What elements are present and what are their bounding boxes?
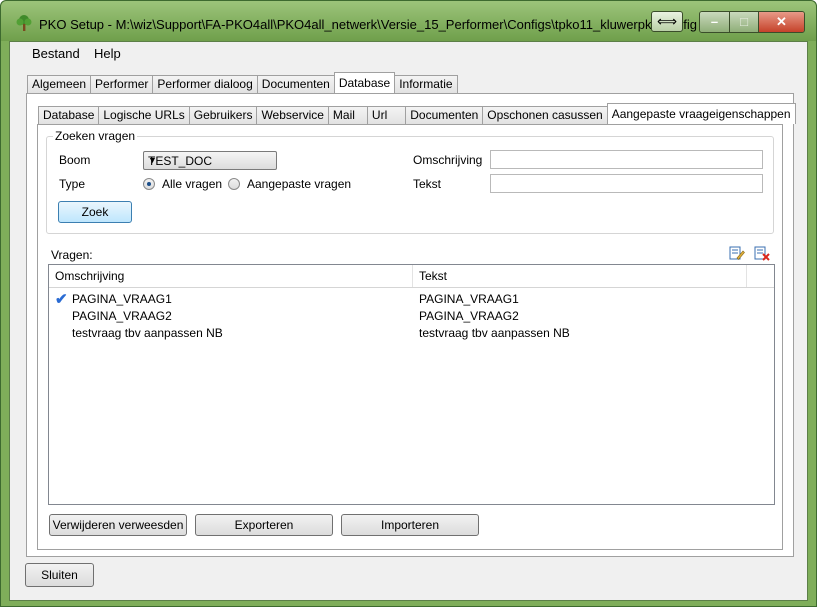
tekst-input[interactable] (490, 174, 763, 193)
list-header: Omschrijving Tekst (49, 265, 774, 288)
questions-list[interactable]: Omschrijving Tekst ✔ PAGINA_VRAAG1 PAGIN… (48, 264, 775, 505)
client-area: Bestand Help Algemeen Performer Performe… (9, 41, 808, 601)
column-tekst[interactable]: Tekst (413, 265, 747, 287)
minimize-button[interactable]: – (700, 12, 730, 32)
sub-tabstrip: Database Logische URLs Gebruikers Webser… (38, 103, 796, 124)
column-omschrijving[interactable]: Omschrijving (49, 265, 413, 287)
window-title: PKO Setup - M:\wiz\Support\FA-PKO4all\PK… (39, 17, 698, 32)
caption-buttons: – □ ✕ (699, 11, 805, 33)
search-group: Zoeken vragen Boom TEST_DOC ▼ Type Alle … (46, 129, 774, 234)
sluiten-button[interactable]: Sluiten (25, 563, 94, 587)
app-window: PKO Setup - M:\wiz\Support\FA-PKO4all\PK… (0, 0, 817, 607)
radio-aangepaste-vragen[interactable] (228, 178, 240, 190)
tab-performer[interactable]: Performer (90, 75, 154, 93)
radio-alle-vragen-label[interactable]: Alle vragen (162, 177, 222, 191)
menu-help[interactable]: Help (94, 46, 121, 61)
tekst-label: Tekst (413, 177, 442, 191)
type-label: Type (59, 177, 86, 191)
boom-combobox[interactable]: TEST_DOC ▼ (143, 151, 277, 170)
tab-performer-dialoog[interactable]: Performer dialoog (152, 75, 258, 93)
main-tabstrip: Algemeen Performer Performer dialoog Doc… (27, 72, 458, 93)
list-item[interactable]: ✔ PAGINA_VRAAG1 PAGINA_VRAAG1 (49, 291, 774, 308)
omschrijving-label: Omschrijving (413, 153, 483, 167)
row-omschrijving: PAGINA_VRAAG1 (72, 292, 172, 306)
database-panel: Database Logische URLs Gebruikers Webser… (26, 93, 796, 557)
maximize-button[interactable]: □ (730, 12, 759, 32)
zoek-button[interactable]: Zoek (58, 201, 132, 223)
row-tekst: testvraag tbv aanpassen NB (419, 326, 570, 340)
chevron-down-icon: ▼ (148, 155, 157, 165)
delete-icon[interactable] (754, 245, 770, 261)
row-tekst: PAGINA_VRAAG1 (419, 292, 519, 306)
row-omschrijving: PAGINA_VRAAG2 (72, 309, 172, 323)
tab-informatie[interactable]: Informatie (394, 75, 458, 93)
radio-aangepaste-vragen-label[interactable]: Aangepaste vragen (247, 177, 351, 191)
resize-button[interactable]: ⟺ (651, 11, 683, 32)
import-button[interactable]: Importeren (341, 514, 479, 536)
boom-label: Boom (59, 153, 91, 167)
subtab-webservice[interactable]: Webservice (256, 106, 329, 124)
tab-database[interactable]: Database (333, 72, 396, 93)
tab-algemeen[interactable]: Algemeen (27, 75, 92, 93)
omschrijving-input[interactable] (490, 150, 763, 169)
subtab-url[interactable]: Url (366, 106, 407, 124)
subtab-gebruikers[interactable]: Gebruikers (188, 106, 258, 124)
list-item[interactable]: testvraag tbv aanpassen NB testvraag tbv… (49, 325, 774, 342)
subtab-opschonen-casussen[interactable]: Opschonen casussen (482, 106, 608, 124)
edit-icon[interactable] (729, 245, 745, 261)
menu-bar: Bestand Help (10, 42, 807, 66)
subtab-aangepaste-vraageigenschappen[interactable]: Aangepaste vraageigenschappen (606, 103, 796, 124)
check-icon: ✔ (55, 291, 68, 308)
export-button[interactable]: Exporteren (195, 514, 333, 536)
search-group-title: Zoeken vragen (53, 129, 138, 143)
subtab-mail[interactable]: Mail (327, 106, 368, 124)
list-item[interactable]: PAGINA_VRAAG2 PAGINA_VRAAG2 (49, 308, 774, 325)
vragen-label: Vragen: (51, 248, 93, 262)
row-omschrijving: testvraag tbv aanpassen NB (72, 326, 223, 340)
subtab-database[interactable]: Database (38, 106, 100, 124)
tree-icon (16, 15, 32, 31)
title-bar[interactable]: PKO Setup - M:\wiz\Support\FA-PKO4all\PK… (1, 1, 816, 41)
close-button[interactable]: ✕ (759, 12, 804, 32)
subtab-documenten[interactable]: Documenten (405, 106, 484, 124)
remove-orphans-button[interactable]: Verwijderen verweesden (49, 514, 187, 536)
row-tekst: PAGINA_VRAAG2 (419, 309, 519, 323)
vraageigenschappen-panel: Zoeken vragen Boom TEST_DOC ▼ Type Alle … (37, 124, 783, 550)
radio-alle-vragen[interactable] (143, 178, 155, 190)
tab-documenten[interactable]: Documenten (256, 75, 335, 93)
menu-bestand[interactable]: Bestand (32, 46, 80, 61)
subtab-logische-urls[interactable]: Logische URLs (98, 106, 190, 124)
